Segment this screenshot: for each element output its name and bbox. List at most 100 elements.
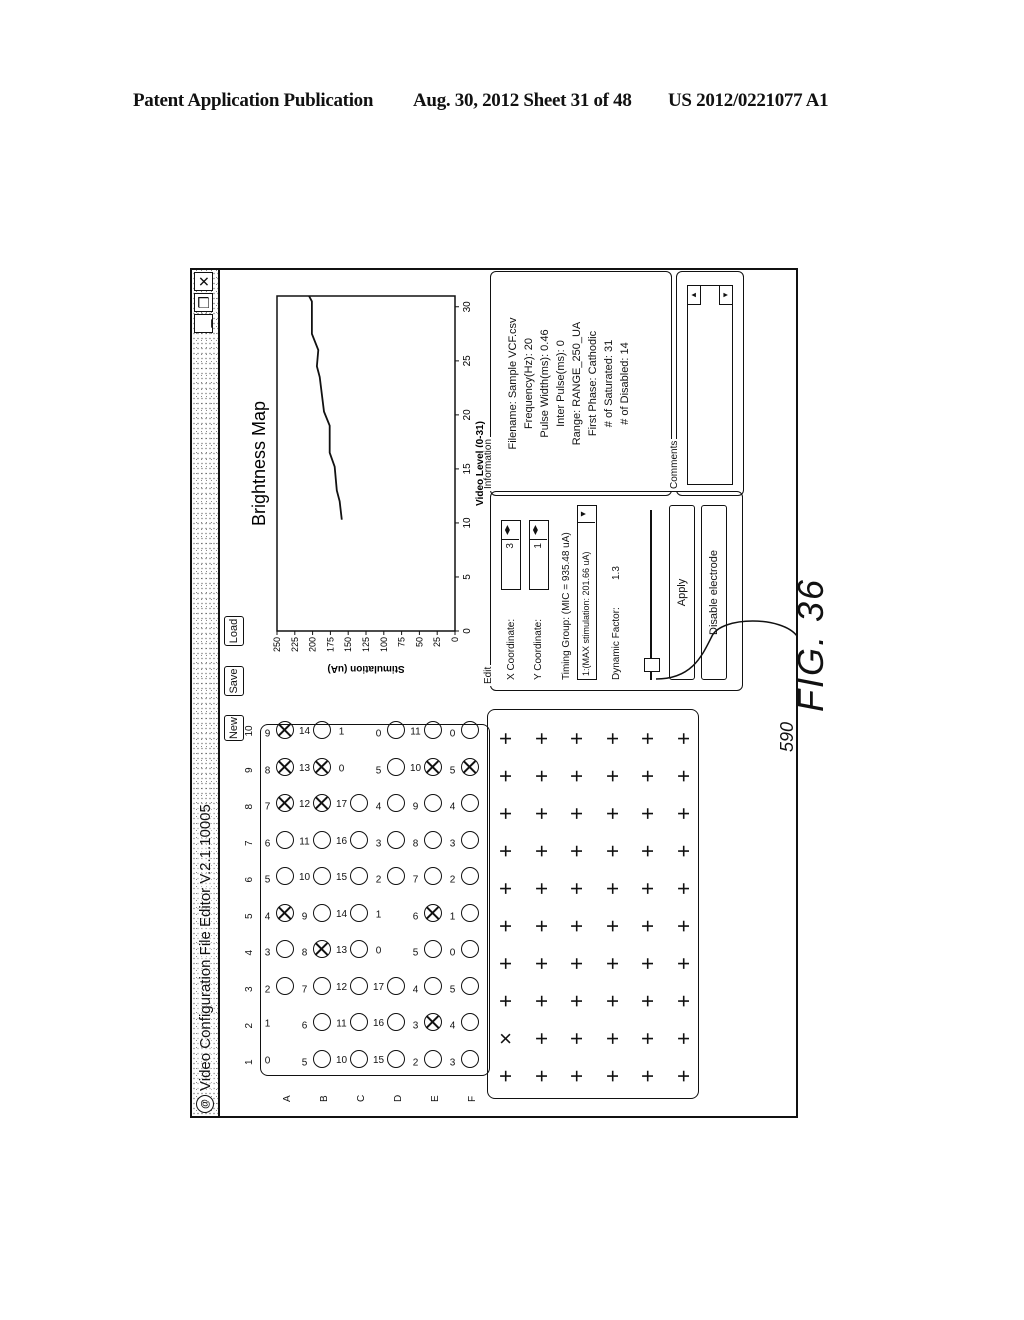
electrode[interactable] bbox=[313, 831, 331, 849]
grid-cell[interactable]: + bbox=[600, 991, 625, 1011]
restore-icon[interactable]: ❐ bbox=[194, 293, 213, 312]
grid-cell[interactable]: + bbox=[564, 1029, 589, 1049]
grid-cell[interactable]: + bbox=[529, 879, 554, 899]
minimize-icon[interactable]: _ bbox=[194, 314, 213, 333]
grid-cell[interactable]: + bbox=[529, 916, 554, 936]
grid-cell[interactable]: + bbox=[493, 729, 518, 749]
grid-cell[interactable]: + bbox=[564, 954, 589, 974]
grid-cell[interactable]: + bbox=[671, 991, 696, 1011]
disabled-electrode[interactable] bbox=[276, 758, 294, 776]
grid-cell[interactable]: + bbox=[600, 1029, 625, 1049]
close-icon[interactable]: ✕ bbox=[194, 272, 213, 291]
grid-cell[interactable]: + bbox=[493, 804, 518, 824]
electrode[interactable] bbox=[461, 977, 479, 995]
comments-scroll-right-icon[interactable]: ▾ bbox=[719, 285, 733, 305]
y-coordinate-spinner[interactable]: 1 ◂▸ bbox=[529, 520, 549, 590]
load-button[interactable]: Load bbox=[224, 616, 244, 646]
spinner-arrows-icon[interactable]: ◂▸ bbox=[502, 521, 519, 540]
disabled-electrode[interactable] bbox=[276, 904, 294, 922]
grid-cell[interactable]: + bbox=[671, 766, 696, 786]
electrode[interactable] bbox=[350, 831, 368, 849]
grid-cell[interactable]: + bbox=[529, 729, 554, 749]
grid-cell[interactable]: + bbox=[635, 841, 660, 861]
electrode[interactable] bbox=[276, 977, 294, 995]
selected-cell[interactable]: × bbox=[493, 1029, 518, 1049]
electrode[interactable] bbox=[387, 1050, 405, 1068]
grid-cell[interactable]: + bbox=[635, 1066, 660, 1086]
grid-cell[interactable]: + bbox=[600, 879, 625, 899]
grid-cell[interactable]: + bbox=[529, 1029, 554, 1049]
grid-cell[interactable]: + bbox=[600, 766, 625, 786]
grid-cell[interactable]: + bbox=[671, 729, 696, 749]
grid-cell[interactable]: + bbox=[671, 841, 696, 861]
grid-cell[interactable]: + bbox=[493, 954, 518, 974]
comments-scroll-left-icon[interactable]: ▴ bbox=[687, 285, 701, 305]
grid-cell[interactable]: + bbox=[493, 991, 518, 1011]
grid-cell[interactable]: + bbox=[564, 729, 589, 749]
grid-cell[interactable]: + bbox=[671, 879, 696, 899]
electrode[interactable] bbox=[350, 904, 368, 922]
electrode[interactable] bbox=[350, 977, 368, 995]
grid-cell[interactable]: + bbox=[493, 841, 518, 861]
grid-cell[interactable]: + bbox=[564, 879, 589, 899]
new-button[interactable]: New bbox=[224, 715, 244, 741]
electrode[interactable] bbox=[387, 977, 405, 995]
electrode[interactable] bbox=[313, 904, 331, 922]
grid-cell[interactable]: + bbox=[529, 766, 554, 786]
grid-cell[interactable]: + bbox=[600, 804, 625, 824]
grid-cell[interactable]: + bbox=[671, 1066, 696, 1086]
grid-cell[interactable]: + bbox=[564, 1066, 589, 1086]
grid-cell[interactable]: + bbox=[493, 879, 518, 899]
electrode[interactable] bbox=[350, 1050, 368, 1068]
grid-cell[interactable]: + bbox=[529, 841, 554, 861]
grid-cell[interactable]: + bbox=[635, 879, 660, 899]
comments-textarea[interactable] bbox=[687, 285, 733, 485]
title-bar[interactable]: @ Video Configuration File Editor V.2.1.… bbox=[192, 270, 220, 1116]
grid-cell[interactable]: + bbox=[529, 954, 554, 974]
electrode[interactable] bbox=[424, 1050, 442, 1068]
disabled-electrode[interactable] bbox=[424, 904, 442, 922]
disabled-electrode[interactable] bbox=[424, 758, 442, 776]
grid-cell[interactable]: + bbox=[635, 804, 660, 824]
save-button[interactable]: Save bbox=[224, 666, 244, 696]
grid-cell[interactable]: + bbox=[635, 766, 660, 786]
electrode[interactable] bbox=[387, 831, 405, 849]
disabled-electrode[interactable] bbox=[461, 758, 479, 776]
grid-cell[interactable]: + bbox=[564, 916, 589, 936]
grid-cell[interactable]: + bbox=[600, 916, 625, 936]
chevron-down-icon[interactable]: ▾ bbox=[578, 506, 595, 523]
grid-cell[interactable]: + bbox=[671, 954, 696, 974]
electrode[interactable] bbox=[461, 904, 479, 922]
electrode[interactable] bbox=[276, 831, 294, 849]
grid-cell[interactable]: + bbox=[529, 1066, 554, 1086]
spinner-arrows-icon[interactable]: ◂▸ bbox=[530, 521, 547, 540]
electrode[interactable] bbox=[313, 977, 331, 995]
grid-cell[interactable]: + bbox=[564, 804, 589, 824]
grid-cell[interactable]: + bbox=[671, 916, 696, 936]
grid-cell[interactable]: + bbox=[635, 991, 660, 1011]
x-coordinate-spinner[interactable]: 3 ◂▸ bbox=[501, 520, 521, 590]
electrode[interactable] bbox=[387, 758, 405, 776]
grid-cell[interactable]: + bbox=[600, 729, 625, 749]
grid-cell[interactable]: + bbox=[564, 766, 589, 786]
disabled-electrode[interactable] bbox=[313, 758, 331, 776]
grid-cell[interactable]: + bbox=[564, 991, 589, 1011]
grid-cell[interactable]: + bbox=[671, 804, 696, 824]
grid-cell[interactable]: + bbox=[564, 841, 589, 861]
grid-cell[interactable]: + bbox=[600, 954, 625, 974]
grid-cell[interactable]: + bbox=[493, 1066, 518, 1086]
grid-cell[interactable]: + bbox=[493, 916, 518, 936]
electrode[interactable] bbox=[461, 831, 479, 849]
grid-cell[interactable]: + bbox=[635, 954, 660, 974]
grid-cell[interactable]: + bbox=[635, 916, 660, 936]
grid-cell[interactable]: + bbox=[671, 1029, 696, 1049]
electrode[interactable] bbox=[313, 1050, 331, 1068]
grid-cell[interactable]: + bbox=[493, 766, 518, 786]
electrode[interactable] bbox=[424, 977, 442, 995]
grid-cell[interactable]: + bbox=[600, 841, 625, 861]
grid-cell[interactable]: + bbox=[635, 729, 660, 749]
electrode[interactable] bbox=[461, 1050, 479, 1068]
grid-cell[interactable]: + bbox=[529, 991, 554, 1011]
electrode[interactable] bbox=[424, 831, 442, 849]
timing-group-select[interactable]: 1:(MAX stimulation: 201.66 uA) ▾ bbox=[577, 505, 597, 680]
